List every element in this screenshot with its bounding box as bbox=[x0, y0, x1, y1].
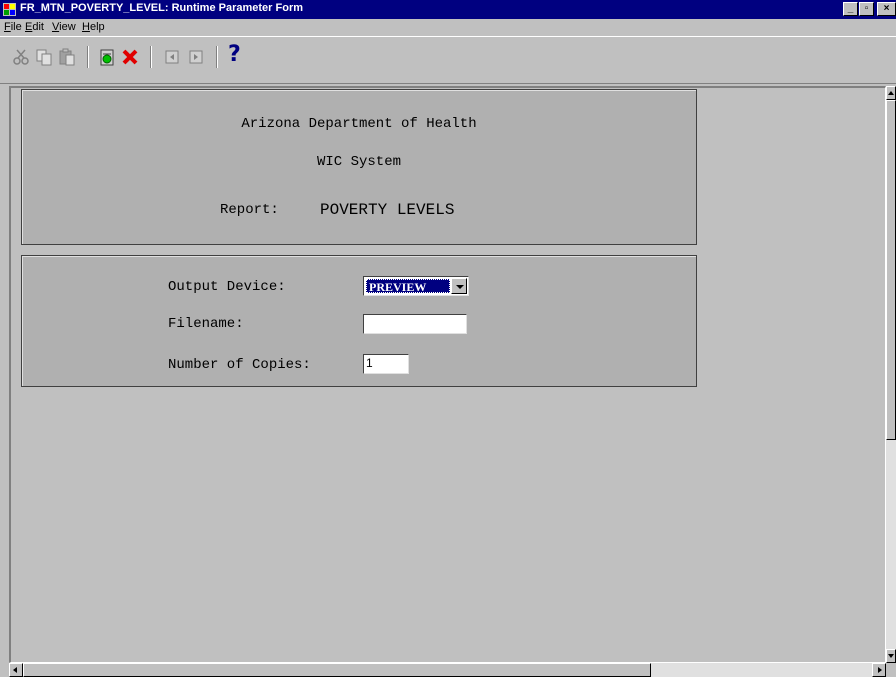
filename-input[interactable] bbox=[363, 314, 467, 334]
scroll-left-icon[interactable] bbox=[9, 663, 23, 677]
system-title: WIC System bbox=[316, 154, 401, 170]
chevron-down-icon[interactable] bbox=[451, 278, 467, 294]
next-page-icon[interactable] bbox=[186, 47, 206, 67]
vertical-scrollbar[interactable] bbox=[886, 86, 896, 663]
form-canvas: Arizona Department of Health WIC System … bbox=[9, 86, 886, 663]
report-label: Report: bbox=[220, 202, 279, 218]
parameters-panel: Output Device: PREVIEW Filename: Number … bbox=[21, 255, 697, 387]
copy-icon[interactable] bbox=[34, 47, 54, 67]
cut-icon[interactable] bbox=[11, 47, 31, 67]
previous-page-icon[interactable] bbox=[162, 47, 182, 67]
app-icon bbox=[3, 3, 16, 16]
menu-help[interactable]: Help bbox=[82, 21, 105, 33]
title-bar: FR_MTN_POVERTY_LEVEL: Runtime Parameter … bbox=[0, 0, 896, 19]
filename-label: Filename: bbox=[168, 316, 244, 332]
report-name: POVERTY LEVELS bbox=[320, 201, 455, 219]
copies-input[interactable]: 1 bbox=[363, 354, 409, 374]
menu-edit[interactable]: Edit bbox=[25, 21, 44, 33]
menu-file[interactable]: File bbox=[4, 21, 22, 33]
scroll-down-icon[interactable] bbox=[886, 649, 896, 663]
minimize-button[interactable]: _ bbox=[843, 2, 858, 16]
run-report-icon[interactable] bbox=[97, 47, 117, 67]
toolbar-separator bbox=[87, 46, 89, 68]
window-title: FR_MTN_POVERTY_LEVEL: Runtime Parameter … bbox=[20, 2, 304, 14]
output-device-label: Output Device: bbox=[168, 279, 286, 295]
menu-view[interactable]: View bbox=[52, 21, 76, 33]
organization-title: Arizona Department of Health bbox=[241, 116, 477, 132]
help-icon[interactable]: ? bbox=[228, 43, 248, 67]
toolbar-separator bbox=[150, 46, 152, 68]
scrollbar-corner bbox=[886, 663, 896, 677]
toolbar-separator bbox=[216, 46, 218, 68]
cancel-icon[interactable] bbox=[120, 47, 140, 67]
copies-label: Number of Copies: bbox=[168, 357, 311, 373]
vertical-scroll-thumb[interactable] bbox=[886, 100, 896, 440]
output-device-value: PREVIEW bbox=[366, 279, 450, 294]
close-button[interactable]: × bbox=[877, 2, 896, 16]
scroll-up-icon[interactable] bbox=[886, 86, 896, 100]
output-device-select[interactable]: PREVIEW bbox=[363, 276, 469, 296]
toolbar: ? bbox=[0, 36, 896, 84]
report-header-panel: Arizona Department of Health WIC System … bbox=[21, 89, 697, 245]
paste-icon[interactable] bbox=[57, 47, 77, 67]
horizontal-scrollbar[interactable] bbox=[9, 663, 886, 677]
menu-bar: File Edit View Help bbox=[0, 19, 896, 36]
maximize-button[interactable]: ▫ bbox=[859, 2, 874, 16]
scroll-right-icon[interactable] bbox=[872, 663, 886, 677]
horizontal-scroll-thumb[interactable] bbox=[23, 663, 651, 677]
